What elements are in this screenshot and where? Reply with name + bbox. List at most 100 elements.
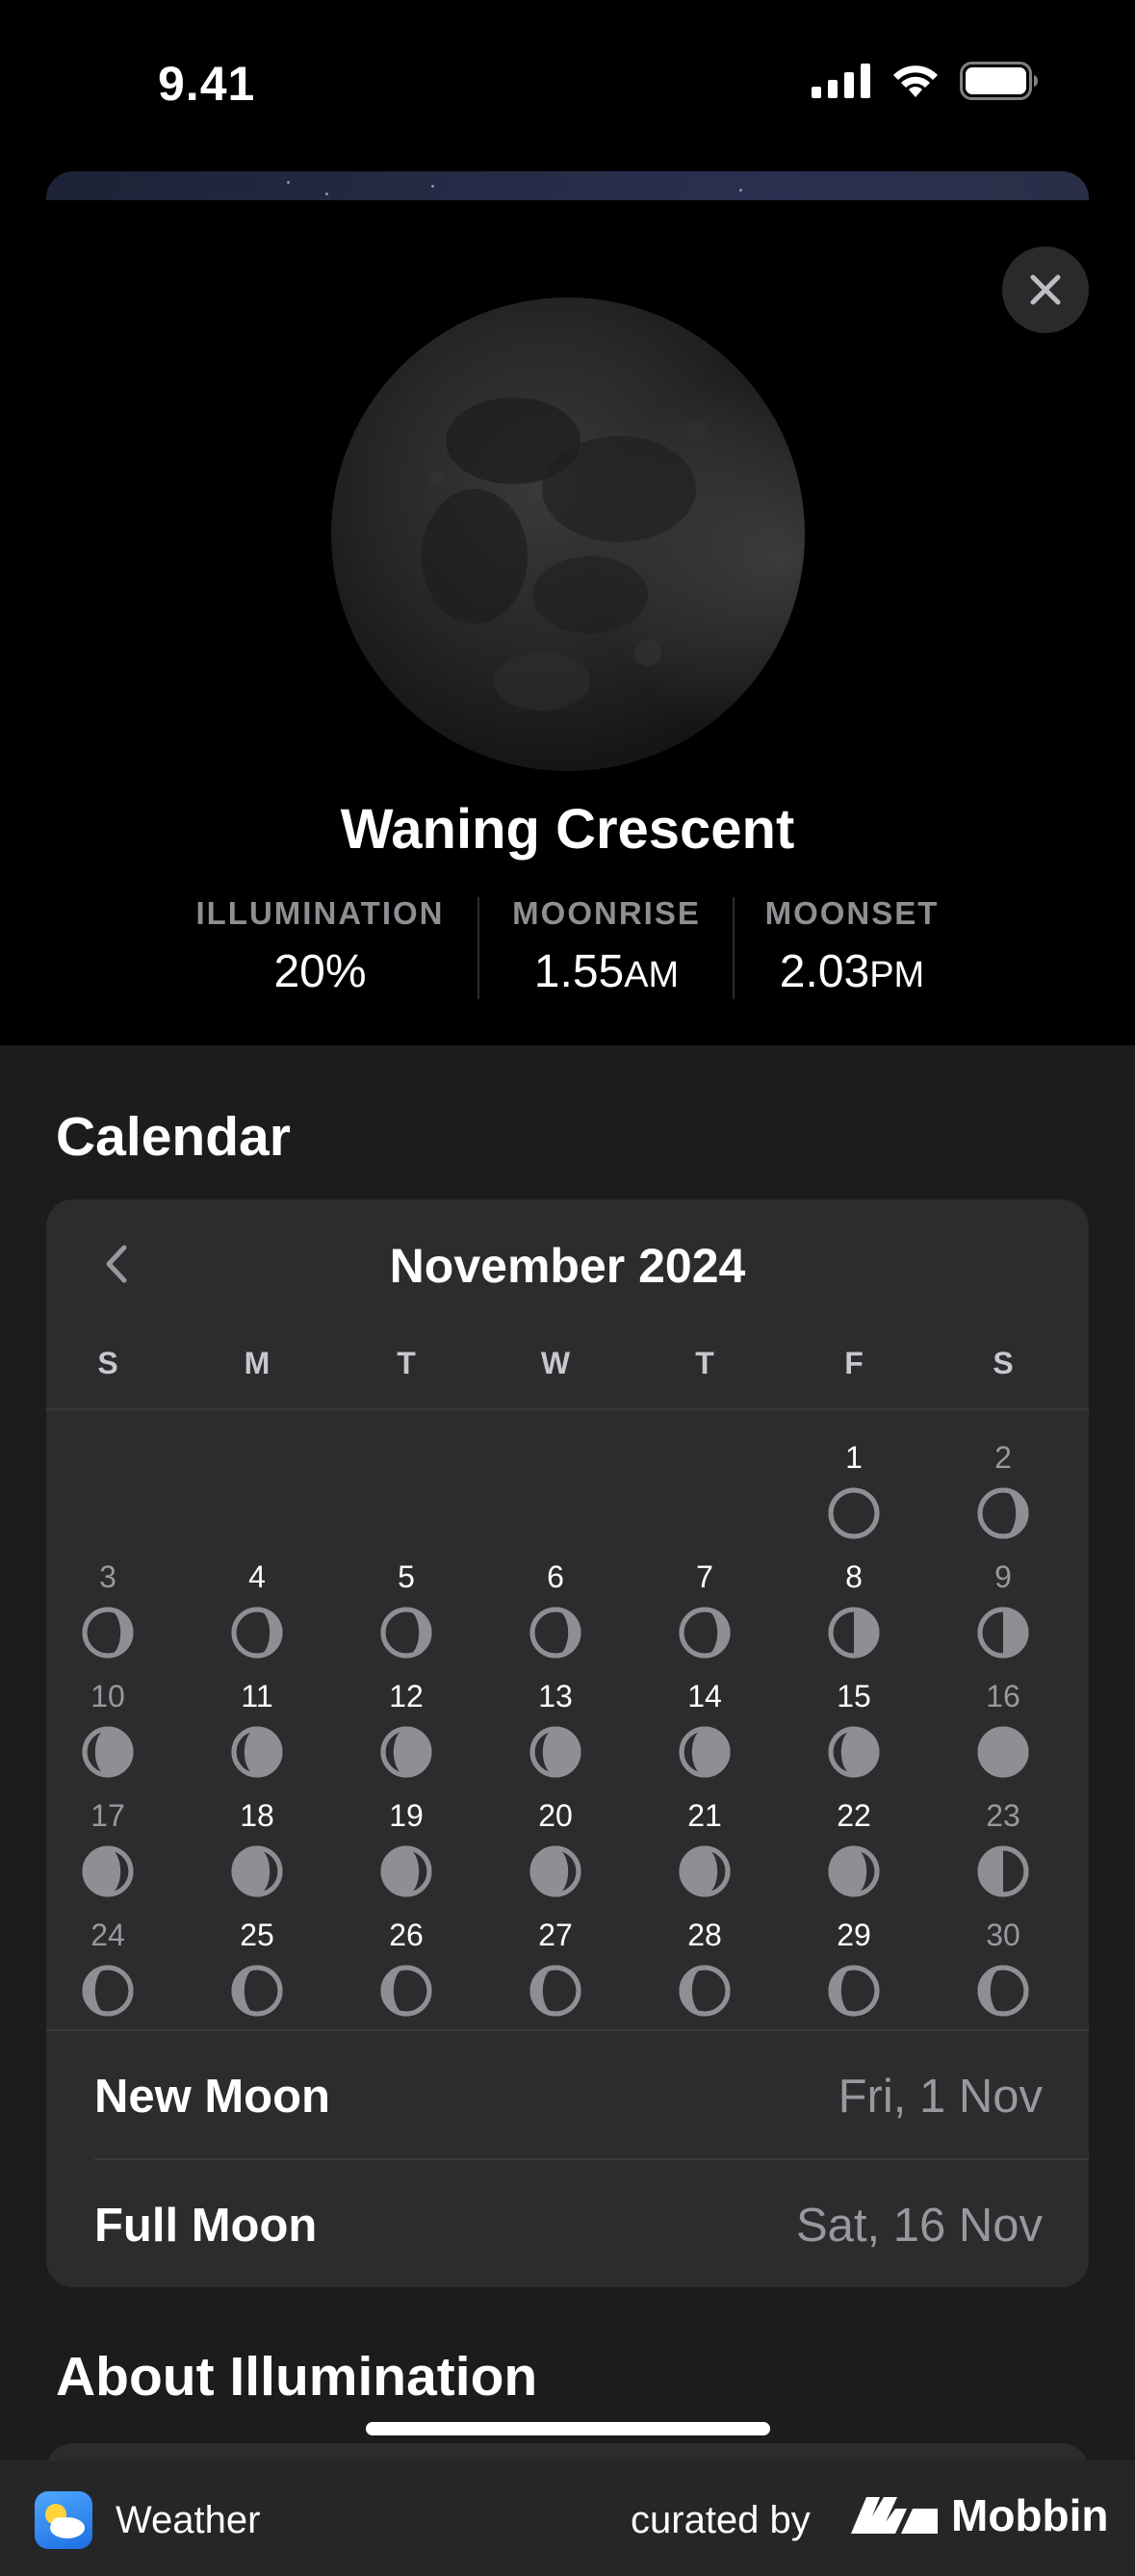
day-number: 29 (837, 1918, 871, 1952)
day-number: 14 (687, 1679, 722, 1713)
moon-phase-icon (529, 1965, 581, 2017)
status-icons (812, 62, 1039, 100)
calendar-day[interactable]: 7 (647, 1558, 762, 1660)
stat-value: 1.55AM (533, 946, 680, 997)
day-number: 21 (687, 1798, 722, 1833)
app-name: Weather (116, 2499, 261, 2541)
day-number: 7 (696, 1559, 713, 1594)
moon-phase-icon (380, 1965, 432, 2017)
moon-phase-icon (529, 1845, 581, 1897)
stat-value: 20% (273, 946, 367, 997)
day-number: 12 (389, 1679, 424, 1713)
calendar-day[interactable]: 10 (50, 1677, 166, 1779)
brand-name: Mobbin (951, 2490, 1109, 2540)
weekday-label: M (244, 1346, 271, 1380)
stat-divider (733, 897, 735, 999)
moon-phase-icon (679, 1726, 731, 1778)
month-label: November 2024 (389, 1239, 746, 1293)
moon-phase-icon (82, 1845, 134, 1897)
new-moon-row[interactable]: New Moon Fri, 1 Nov (46, 2029, 1089, 2158)
calendar-day[interactable]: 11 (199, 1677, 315, 1779)
moon-phase-icon (82, 1965, 134, 2017)
calendar-day[interactable]: 12 (348, 1677, 464, 1779)
moonset-stat: MOONSET 2.03PM (751, 895, 953, 998)
day-number: 27 (538, 1918, 573, 1952)
calendar-day[interactable]: 1 (796, 1438, 912, 1540)
moon-phase-icon (82, 1607, 134, 1659)
close-button[interactable] (1002, 246, 1089, 333)
moon-phase-icon (679, 1607, 731, 1659)
calendar-day[interactable]: 6 (498, 1558, 613, 1660)
moon-image (330, 296, 806, 772)
calendar-day[interactable]: 16 (945, 1677, 1061, 1779)
moon-phase-icon (679, 1845, 731, 1897)
calendar-day[interactable]: 19 (348, 1796, 464, 1898)
calendar-day[interactable]: 15 (796, 1677, 912, 1779)
full-moon-row[interactable]: Full Moon Sat, 16 Nov (46, 2158, 1089, 2287)
calendar-day[interactable]: 28 (647, 1916, 762, 2018)
calendar-day[interactable]: 3 (50, 1558, 166, 1660)
day-number: 17 (90, 1798, 125, 1833)
day-number: 10 (90, 1679, 125, 1713)
moon-phase-icon (231, 1965, 283, 2017)
curated-by-label: curated by (631, 2499, 811, 2541)
calendar-day[interactable]: 23 (945, 1796, 1061, 1898)
day-number: 11 (241, 1679, 273, 1713)
calendar-day[interactable]: 27 (498, 1916, 613, 2018)
weekday-label: S (993, 1346, 1014, 1380)
day-number: 3 (99, 1559, 116, 1594)
about-illumination-title: About Illumination (56, 2346, 538, 2408)
calendar-day[interactable]: 17 (50, 1796, 166, 1898)
moon-phase-icon (231, 1607, 283, 1659)
calendar-day[interactable]: 8 (796, 1558, 912, 1660)
calendar-day[interactable]: 13 (498, 1677, 613, 1779)
moon-phase-icon (82, 1726, 134, 1778)
moon-phase-icon (828, 1845, 880, 1897)
moon-phase-icon (380, 1726, 432, 1778)
day-number: 24 (90, 1918, 125, 1952)
calendar-day[interactable]: 14 (647, 1677, 762, 1779)
moon-phase-icon (828, 1965, 880, 2017)
day-number: 5 (398, 1559, 415, 1594)
calendar-day[interactable]: 4 (199, 1558, 315, 1660)
calendar-day[interactable]: 9 (945, 1558, 1061, 1660)
calendar-section-title: Calendar (56, 1106, 291, 1168)
calendar-day[interactable]: 26 (348, 1916, 464, 2018)
day-number: 23 (986, 1798, 1020, 1833)
day-number: 16 (986, 1679, 1020, 1713)
day-number: 20 (538, 1798, 573, 1833)
calendar-day[interactable]: 18 (199, 1796, 315, 1898)
moon-phase-icon (679, 1965, 731, 2017)
moon-phase-icon (828, 1726, 880, 1778)
moon-phase-icon (529, 1726, 581, 1778)
calendar-day[interactable]: 30 (945, 1916, 1061, 2018)
day-number: 30 (986, 1918, 1020, 1952)
calendar-day[interactable]: 22 (796, 1796, 912, 1898)
day-number: 2 (994, 1440, 1012, 1475)
calendar-day[interactable]: 5 (348, 1558, 464, 1660)
stat-value: 2.03PM (779, 946, 925, 997)
moon-phase-icon (828, 1607, 880, 1659)
calendar-day[interactable]: 24 (50, 1916, 166, 2018)
moon-phase-icon (380, 1607, 432, 1659)
day-number: 25 (240, 1918, 274, 1952)
calendar-day[interactable]: 2 (945, 1438, 1061, 1540)
day-number: 4 (248, 1559, 266, 1594)
weather-app-icon (35, 2491, 92, 2549)
event-name: Full Moon (94, 2200, 318, 2252)
weekday-header: S M T W T F S (46, 1346, 1089, 1394)
status-bar: 9.41 (0, 0, 1135, 168)
day-number: 15 (837, 1679, 871, 1713)
home-indicator[interactable] (366, 2422, 770, 2435)
stat-label: MOONSET (764, 895, 940, 931)
wifi-icon (893, 65, 938, 97)
weekday-label: T (397, 1346, 416, 1380)
calendar-day[interactable]: 25 (199, 1916, 315, 2018)
calendar-day[interactable]: 29 (796, 1916, 912, 2018)
day-number: 28 (687, 1918, 722, 1952)
calendar-day[interactable]: 21 (647, 1796, 762, 1898)
calendar-day[interactable]: 20 (498, 1796, 613, 1898)
stat-label: ILLUMINATION (195, 895, 445, 931)
weekday-label: F (844, 1346, 864, 1380)
day-number: 6 (547, 1559, 564, 1594)
